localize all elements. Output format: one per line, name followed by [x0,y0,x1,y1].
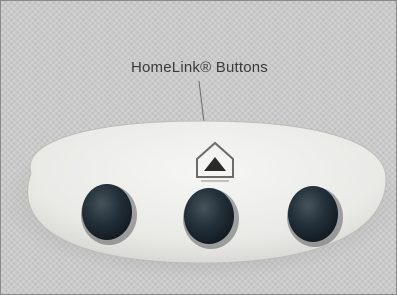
homelink-photo [1,1,396,294]
homelink-caption: HomeLink® Buttons [130,59,269,76]
photo-frame: HomeLink® Buttons [0,0,397,295]
